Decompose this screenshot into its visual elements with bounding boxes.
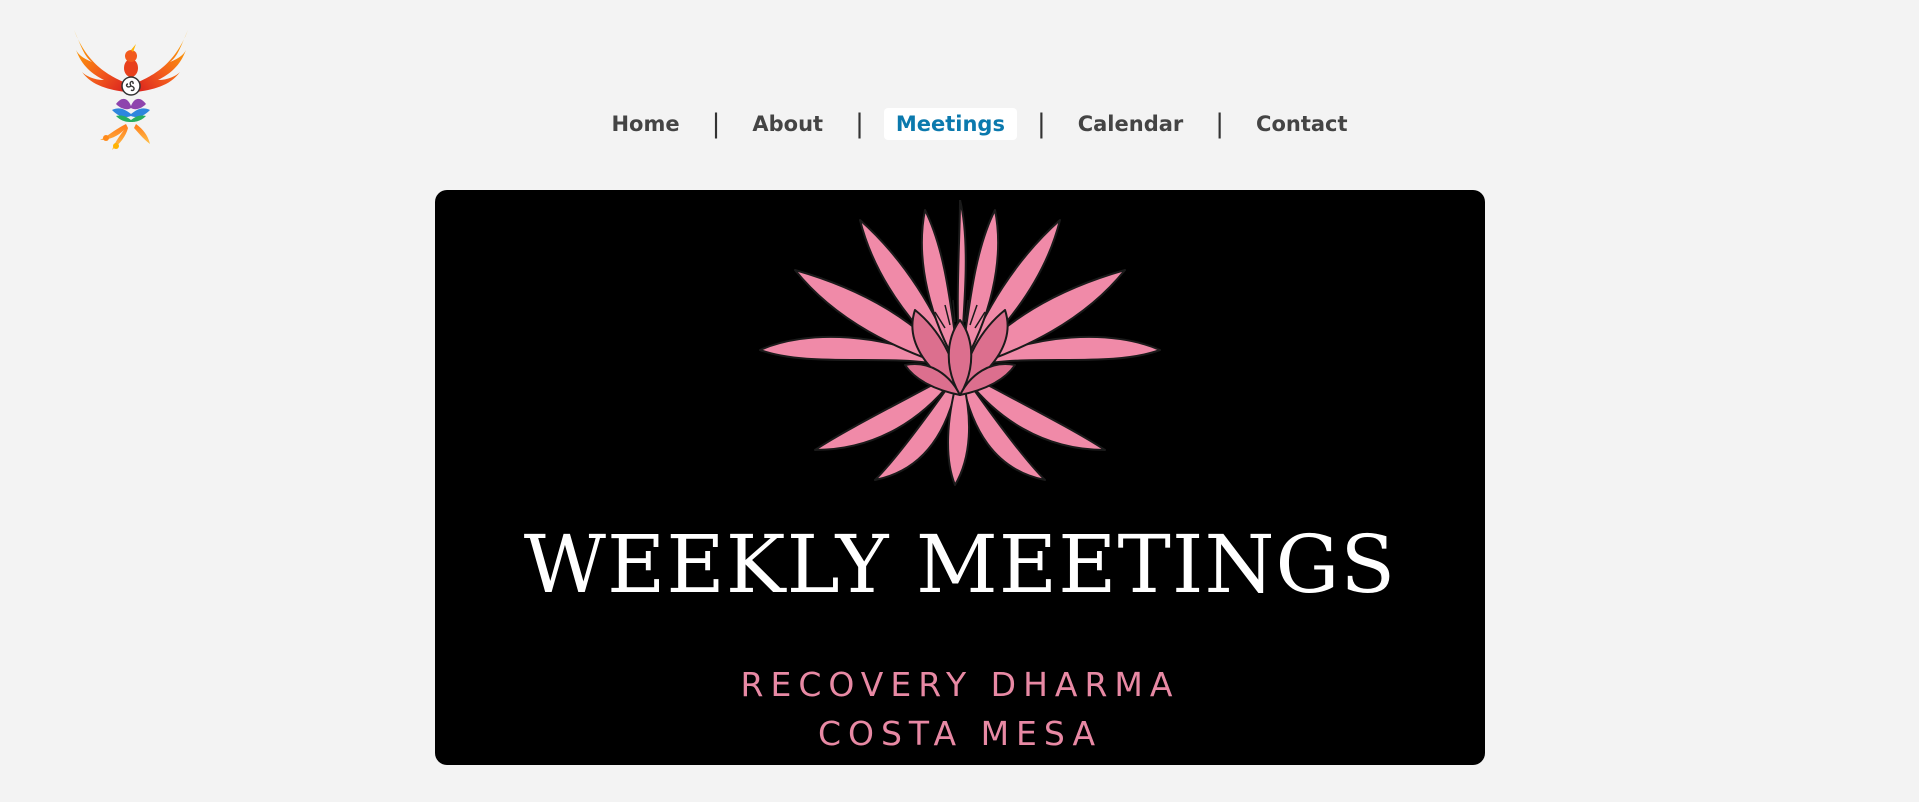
nav-meetings-link[interactable]: Meetings (883, 108, 1017, 140)
nav-separator: | (1036, 109, 1046, 139)
nav-calendar-link[interactable]: Calendar (1066, 108, 1196, 140)
hero-subtitle-organization: RECOVERY DHARMA (740, 665, 1180, 704)
nav-separator: | (1215, 109, 1225, 139)
nav-contact-link[interactable]: Contact (1244, 108, 1360, 140)
hero-banner: WEEKLY MEETINGS RECOVERY DHARMA COSTA ME… (435, 190, 1485, 765)
nav-separator: | (711, 109, 721, 139)
lotus-flower-icon (759, 200, 1161, 486)
nav-home-link[interactable]: Home (599, 108, 691, 140)
nav-separator: | (855, 109, 864, 139)
hero-subtitle-location: COSTA MESA (817, 714, 1103, 753)
nav-about-link[interactable]: About (740, 108, 835, 140)
hero-title: WEEKLY MEETINGS (523, 518, 1397, 611)
main-nav: Home | About | Meetings | Calendar | Con… (0, 106, 1919, 142)
